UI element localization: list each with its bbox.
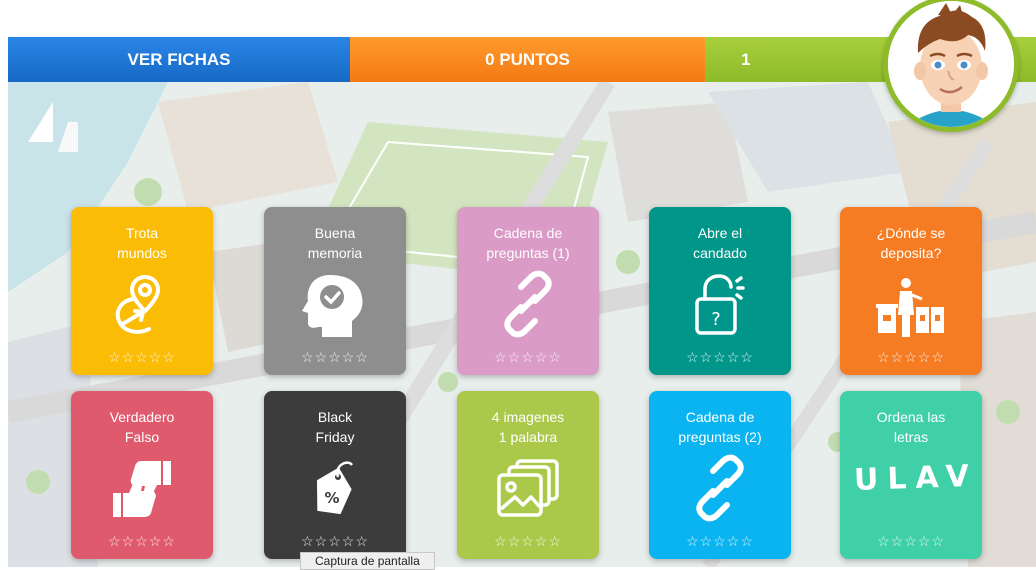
thumbs-up-down-icon <box>107 453 177 523</box>
game-card-title-line2: letras <box>893 429 929 445</box>
level-value: 1 <box>741 49 751 69</box>
game-card-8[interactable]: Cadena de preguntas (2) ☆☆☆☆☆ <box>649 391 791 559</box>
game-card-title: Trota mundos <box>71 223 213 263</box>
game-card-title-line2: deposita? <box>880 245 942 261</box>
chain-link-icon <box>685 453 755 523</box>
scrambled-letters-text: ULAV <box>853 458 979 498</box>
star-rating: ☆☆☆☆☆ <box>877 349 945 365</box>
game-card-title-line2: memoria <box>307 245 363 261</box>
game-card-title: Black Friday <box>264 407 406 447</box>
game-card-title-line1: ¿Dónde se <box>876 225 946 241</box>
globe-pin-icon <box>107 269 177 339</box>
game-card-title-line2: Falso <box>124 429 160 445</box>
game-card-title-line2: candado <box>693 245 747 261</box>
ver-fichas-label: VER FICHAS <box>127 49 231 69</box>
padlock-question-icon: ? <box>685 269 755 339</box>
game-card-3[interactable]: Abre el candado? ☆☆☆☆☆ <box>649 207 791 375</box>
price-tag-icon: % <box>300 453 370 523</box>
game-card-title: Ordena las letras <box>840 407 982 447</box>
tooltip: Captura de pantalla <box>300 552 435 570</box>
game-card-7[interactable]: 4 imagenes 1 palabra ☆☆☆☆☆ <box>457 391 599 559</box>
game-card-title: 4 imagenes 1 palabra <box>457 407 599 447</box>
scrambled-letters-icon: ULAV <box>853 458 979 531</box>
head-check-icon <box>300 269 370 339</box>
game-card-title-line2: Friday <box>315 429 355 445</box>
game-card-title-line1: Trota <box>125 225 159 241</box>
boy-avatar-icon <box>888 1 1014 127</box>
star-rating: ☆☆☆☆☆ <box>686 349 754 365</box>
star-rating: ☆☆☆☆☆ <box>494 349 562 365</box>
svg-text:%: % <box>324 489 339 507</box>
game-card-title-line2: preguntas (1) <box>486 245 570 261</box>
star-rating: ☆☆☆☆☆ <box>108 533 176 549</box>
game-card-1[interactable]: Buena memoria ☆☆☆☆☆ <box>264 207 406 375</box>
points-label: 0 PUNTOS <box>485 49 570 69</box>
star-rating: ☆☆☆☆☆ <box>301 349 369 365</box>
game-card-4[interactable]: ¿Dónde se deposita? ☆☆☆☆☆ <box>840 207 982 375</box>
star-rating: ☆☆☆☆☆ <box>686 533 754 549</box>
game-card-title-line1: Buena <box>314 225 356 241</box>
game-card-title-line1: Cadena de <box>493 225 563 241</box>
star-rating: ☆☆☆☆☆ <box>301 533 369 549</box>
game-card-title-line2: mundos <box>117 245 167 261</box>
images-stack-icon <box>493 453 563 523</box>
ver-fichas-button[interactable]: VER FICHAS <box>8 37 350 82</box>
game-card-0[interactable]: Trota mundos ☆☆☆☆☆ <box>71 207 213 375</box>
svg-text:?: ? <box>711 309 721 330</box>
game-card-title-line1: Abre el <box>697 225 743 241</box>
game-card-6[interactable]: Black Friday% ☆☆☆☆☆ <box>264 391 406 559</box>
game-card-title: Verdadero Falso <box>71 407 213 447</box>
star-rating: ☆☆☆☆☆ <box>108 349 176 365</box>
recycling-bins-icon <box>876 269 946 339</box>
game-card-title: Cadena de preguntas (2) <box>649 407 791 447</box>
game-card-5[interactable]: Verdadero Falso ☆☆☆☆☆ <box>71 391 213 559</box>
game-card-title-line1: Cadena de <box>685 409 755 425</box>
points-display: 0 PUNTOS <box>350 37 705 82</box>
game-card-title: ¿Dónde se deposita? <box>840 223 982 263</box>
game-card-title-line2: preguntas (2) <box>678 429 762 445</box>
game-card-title-line1: Ordena las <box>876 409 946 425</box>
game-card-9[interactable]: Ordena las letras ULAV ☆☆☆☆☆ <box>840 391 982 559</box>
game-card-title: Abre el candado <box>649 223 791 263</box>
top-bar: VER FICHAS 0 PUNTOS 1 <box>8 37 1036 82</box>
game-card-title-line1: 4 imagenes <box>491 409 565 425</box>
game-card-title-line2: 1 palabra <box>498 429 558 445</box>
player-avatar[interactable] <box>883 0 1019 132</box>
chain-link-icon <box>493 269 563 339</box>
game-card-title-line1: Verdadero <box>109 409 175 425</box>
game-card-title: Cadena de preguntas (1) <box>457 223 599 263</box>
game-card-title-line1: Black <box>317 409 353 425</box>
game-card-title: Buena memoria <box>264 223 406 263</box>
star-rating: ☆☆☆☆☆ <box>494 533 562 549</box>
game-card-2[interactable]: Cadena de preguntas (1) ☆☆☆☆☆ <box>457 207 599 375</box>
star-rating: ☆☆☆☆☆ <box>877 533 945 549</box>
